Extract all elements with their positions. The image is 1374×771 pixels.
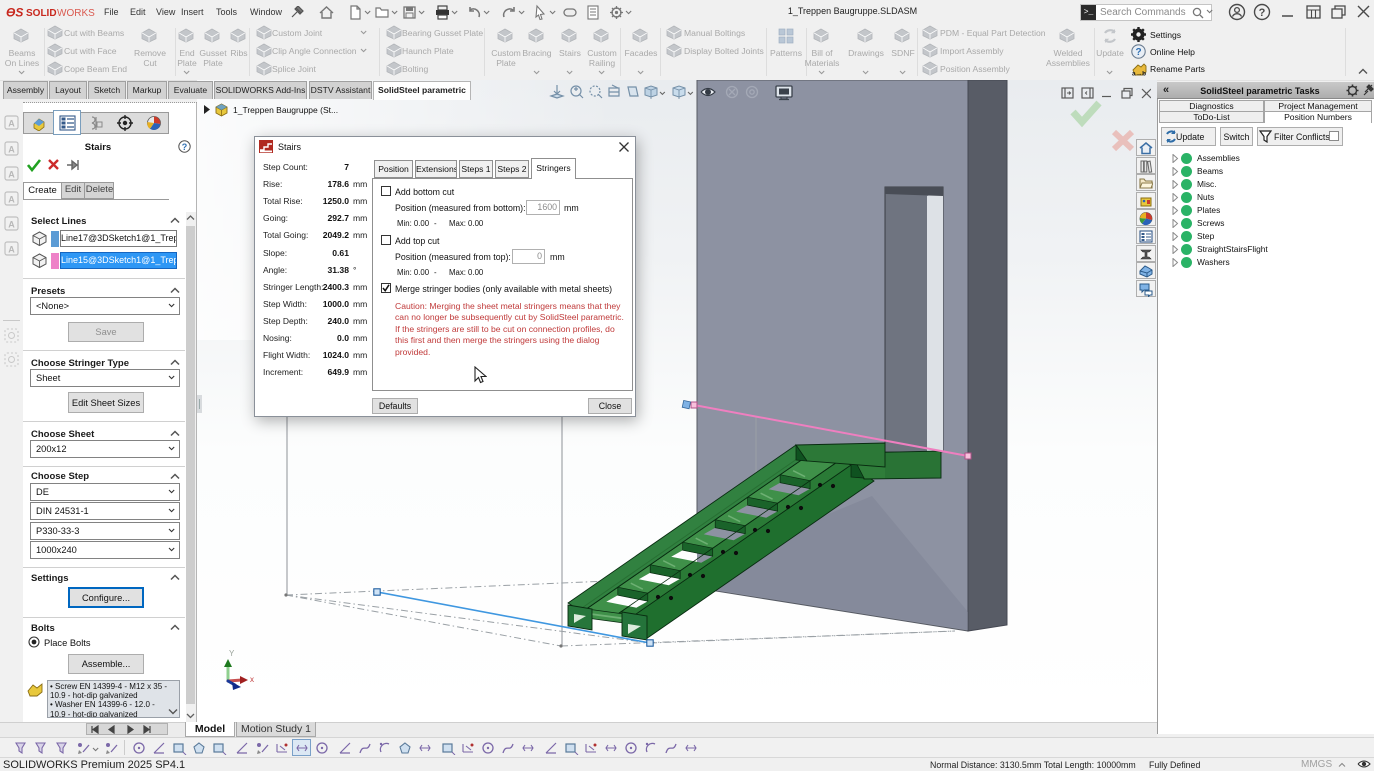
svg-text:?: ? [182, 142, 188, 152]
svg-text:A: A [8, 119, 15, 129]
svg-text:A: A [8, 220, 15, 230]
svg-text:?: ? [1259, 7, 1266, 19]
svg-text:A: A [8, 145, 15, 155]
svg-text:Y: Y [229, 649, 235, 658]
svg-text:A: A [8, 170, 15, 180]
svg-text:WORKS: WORKS [57, 8, 95, 19]
svg-text:ƟS: ƟS [6, 6, 23, 20]
svg-text:x: x [250, 675, 254, 684]
svg-text:SOLID: SOLID [26, 8, 57, 19]
svg-text:A: A [8, 195, 15, 205]
svg-text:a→b: a→b [1132, 71, 1146, 78]
svg-text:?: ? [1135, 47, 1141, 58]
svg-text:A: A [8, 245, 15, 255]
